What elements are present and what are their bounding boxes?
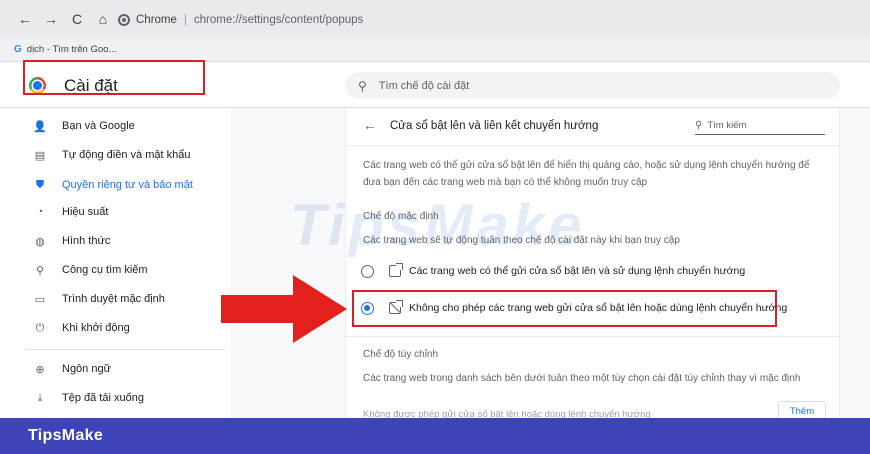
palette-icon: ◍ [35,235,45,248]
sidebar-item-downloads[interactable]: ⤓ Tệp đã tải xuống [0,384,230,412]
search-icon: ⚲ [358,78,367,93]
browser-toolbar: ← → C ⌂ Chrome | chrome://settings/conte… [0,0,870,38]
sidebar-item-you-and-google[interactable]: 👤 Bạn và Google [0,112,230,140]
bookmark-item[interactable]: dịch - Tìm trên Goo... [27,44,117,55]
footer-banner: TipsMake [0,418,870,454]
sidebar-item-label: Trình duyệt mặc định [62,293,165,305]
search-icon: ⚲ [695,120,703,131]
footer-brand: TipsMake [28,427,104,444]
sidebar-item-label: Tự động điền và mật khẩu [62,149,191,161]
settings-sidebar: 👤 Bạn và Google ▤ Tự động điền và mật kh… [0,108,230,418]
sidebar-item-search-engine[interactable]: ⚲ Công cụ tìm kiếm [0,256,230,284]
sidebar-item-languages[interactable]: ⊕ Ngôn ngữ [0,355,230,383]
sidebar-item-default-browser[interactable]: ▭ Trình duyệt mặc định [0,285,230,313]
watermark-text: TipsMake [290,193,586,258]
inpage-search-placeholder: Tìm kiếm [707,120,747,131]
sidebar-item-label: Bạn và Google [62,120,135,132]
chrome-icon [118,14,130,26]
sidebar-divider [25,349,225,350]
browser-icon: ▭ [34,293,46,306]
option-label: Các trang web có thể gửi cửa sổ bật lên … [409,265,746,277]
sidebar-item-label: Tệp đã tải xuống [62,392,144,404]
inpage-search-input[interactable]: ⚲ Tìm kiếm [695,117,825,135]
sidebar-item-privacy-security[interactable]: ⛊ Quyền riêng tư và bảo mật [0,171,230,199]
bookmarks-bar: G dịch - Tìm trên Goo... [0,38,870,62]
home-icon[interactable]: ⌂ [92,8,114,30]
chrome-label: Chrome [136,14,177,26]
sidebar-item-on-startup[interactable]: ⏻ Khi khởi động [0,314,230,342]
url-text: chrome://settings/content/popups [193,14,364,26]
sidebar-item-appearance[interactable]: ◍ Hình thức [0,227,230,255]
red-arrow-icon [221,275,347,343]
omnibox-separator: | [183,14,187,26]
sidebar-item-label: Công cụ tìm kiếm [62,264,148,276]
highlight-box-option [352,290,777,327]
back-arrow-icon[interactable]: ← [14,8,36,30]
divider [346,336,839,337]
page-description: Các trang web có thể gửi cửa sổ bật lên … [363,160,810,188]
search-placeholder: Tìm chế độ cài đặt [378,79,470,92]
sidebar-item-label: Khi khởi động [62,322,130,334]
google-icon: G [14,44,22,55]
popup-allowed-icon [389,263,403,277]
custom-section-title: Chế độ tùy chỉnh [363,349,439,360]
custom-section-description: Các trang web trong danh sách bên dưới t… [363,373,801,384]
search-icon: ⚲ [35,264,45,277]
divider [346,145,839,146]
forward-arrow-icon[interactable]: → [40,8,62,30]
sidebar-item-performance[interactable]: ◔ Hiệu suất [0,198,230,226]
highlight-box-sidebar [23,60,205,95]
sidebar-item-label: Hình thức [62,235,111,247]
power-icon: ⏻ [35,321,45,334]
section-title: Cửa sổ bật lên và liên kết chuyển hướng [390,120,599,132]
reload-icon[interactable]: C [66,8,88,30]
sidebar-item-label: Quyền riêng tư và bảo mật [62,179,193,191]
speedometer-icon: ◔ [36,206,44,218]
download-icon: ⤓ [37,391,43,404]
clipboard-icon: ▤ [34,149,46,162]
person-icon: 👤 [33,120,47,133]
radio-button[interactable] [361,264,374,278]
settings-search-input[interactable]: ⚲ Tìm chế độ cài đặt [345,72,840,99]
address-bar[interactable]: Chrome | chrome://settings/content/popup… [118,10,870,30]
sidebar-item-label: Hiệu suất [62,206,109,218]
back-button[interactable]: ← [363,117,377,133]
sidebar-item-autofill[interactable]: ▤ Tự động điền và mật khẩu [0,141,230,169]
sidebar-item-label: Ngôn ngữ [62,363,111,375]
shield-icon: ⛊ [35,178,45,191]
option-allow-popups[interactable]: Các trang web có thể gửi cửa sổ bật lên … [361,261,745,281]
globe-icon: ⊕ [35,363,45,376]
